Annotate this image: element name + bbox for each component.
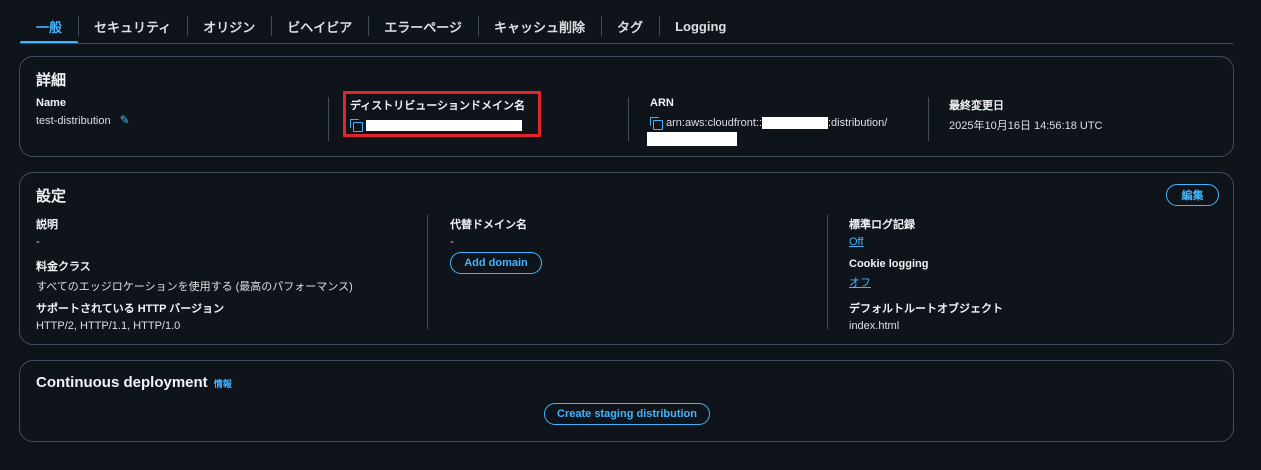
details-title: 詳細	[36, 72, 67, 89]
redacted-distribution-id	[647, 132, 737, 147]
arn-field: ARN arn:aws:cloudfront:::distribution/	[647, 97, 930, 147]
tab-security[interactable]: セキュリティ	[78, 8, 187, 44]
tab-logging[interactable]: Logging	[659, 8, 742, 44]
cookie-logging-link[interactable]: オフ	[849, 274, 928, 290]
copy-icon[interactable]	[650, 117, 663, 131]
arn-mid: :distribution/	[828, 117, 888, 129]
price-class-label: 料金クラス	[36, 261, 91, 273]
tab-general[interactable]: 一般	[20, 8, 79, 44]
divider	[328, 97, 329, 141]
http-version-label: サポートされている HTTP バージョン	[36, 303, 225, 315]
create-staging-distribution-button[interactable]: Create staging distribution	[544, 403, 710, 425]
arn-prefix: arn:aws:cloudfront::	[666, 117, 762, 129]
alt-domain-field: 代替ドメイン名 -	[450, 216, 527, 248]
arn-label: ARN	[650, 97, 674, 109]
settings-title: 設定	[36, 188, 67, 205]
description-value: -	[36, 236, 40, 248]
info-link[interactable]: 情報	[214, 379, 232, 389]
settings-panel: 設定 編集 説明 - 料金クラス すべてのエッジロケーションを使用する (最高の…	[19, 172, 1234, 345]
tab-bar: 一般 セキュリティ オリジン ビヘイビア エラーページ キャッシュ削除 タグ L…	[20, 8, 742, 44]
tab-error-pages[interactable]: エラーページ	[368, 8, 478, 44]
redacted-account	[762, 117, 828, 130]
tab-tags[interactable]: タグ	[601, 8, 659, 44]
divider	[827, 215, 828, 329]
details-panel: 詳細 Name test-distribution ✎ ディストリビューションド…	[19, 56, 1234, 157]
description-label: 説明	[36, 219, 58, 231]
alt-domain-value: -	[450, 236, 454, 248]
http-version-value: HTTP/2, HTTP/1.1, HTTP/1.0	[36, 320, 181, 332]
continuous-deployment-title: Continuous deployment 情報	[36, 374, 232, 391]
alt-domain-label: 代替ドメイン名	[450, 219, 527, 231]
default-root-value: index.html	[849, 320, 900, 332]
default-root-label: デフォルトルートオブジェクト	[849, 303, 1003, 315]
tab-origins[interactable]: オリジン	[187, 8, 271, 44]
standard-logging-label: 標準ログ記録	[849, 219, 915, 231]
continuous-deployment-title-text: Continuous deployment	[36, 374, 208, 391]
name-field: Name test-distribution ✎	[36, 97, 130, 127]
price-class-field: 料金クラス すべてのエッジロケーションを使用する (最高のパフォーマンス)	[36, 258, 353, 294]
name-value-row: test-distribution ✎	[36, 113, 130, 127]
tab-invalidations[interactable]: キャッシュ削除	[478, 8, 601, 44]
divider	[628, 97, 629, 141]
continuous-deployment-panel: Continuous deployment 情報 Create staging …	[19, 360, 1234, 442]
name-label: Name	[36, 97, 66, 109]
last-modified-value: 2025年10月16日 14:56:18 UTC	[949, 120, 1103, 132]
http-version-field: サポートされている HTTP バージョン HTTP/2, HTTP/1.1, H…	[36, 300, 224, 332]
arn-value: arn:aws:cloudfront:::distribution/	[647, 115, 930, 147]
default-root-field: デフォルトルートオブジェクト index.html	[849, 300, 1003, 332]
description-field: 説明 -	[36, 216, 58, 248]
pencil-icon[interactable]: ✎	[120, 113, 130, 127]
cookie-logging-label: Cookie logging	[849, 258, 929, 270]
edit-button[interactable]: 編集	[1166, 184, 1219, 206]
last-modified-field: 最終変更日 2025年10月16日 14:56:18 UTC	[949, 97, 1102, 133]
divider	[928, 97, 929, 141]
divider	[427, 215, 428, 329]
name-value: test-distribution	[36, 115, 111, 127]
tab-behaviors[interactable]: ビヘイビア	[271, 8, 368, 44]
standard-logging-link[interactable]: Off	[849, 236, 915, 248]
last-modified-label: 最終変更日	[949, 100, 1004, 112]
cookie-logging-field: Cookie logging オフ	[849, 258, 928, 290]
price-class-value: すべてのエッジロケーションを使用する (最高のパフォーマンス)	[36, 281, 353, 293]
tabs-divider	[20, 43, 1233, 44]
standard-logging-field: 標準ログ記録 Off	[849, 216, 915, 248]
add-domain-button[interactable]: Add domain	[450, 252, 542, 274]
highlight-box	[343, 91, 541, 137]
